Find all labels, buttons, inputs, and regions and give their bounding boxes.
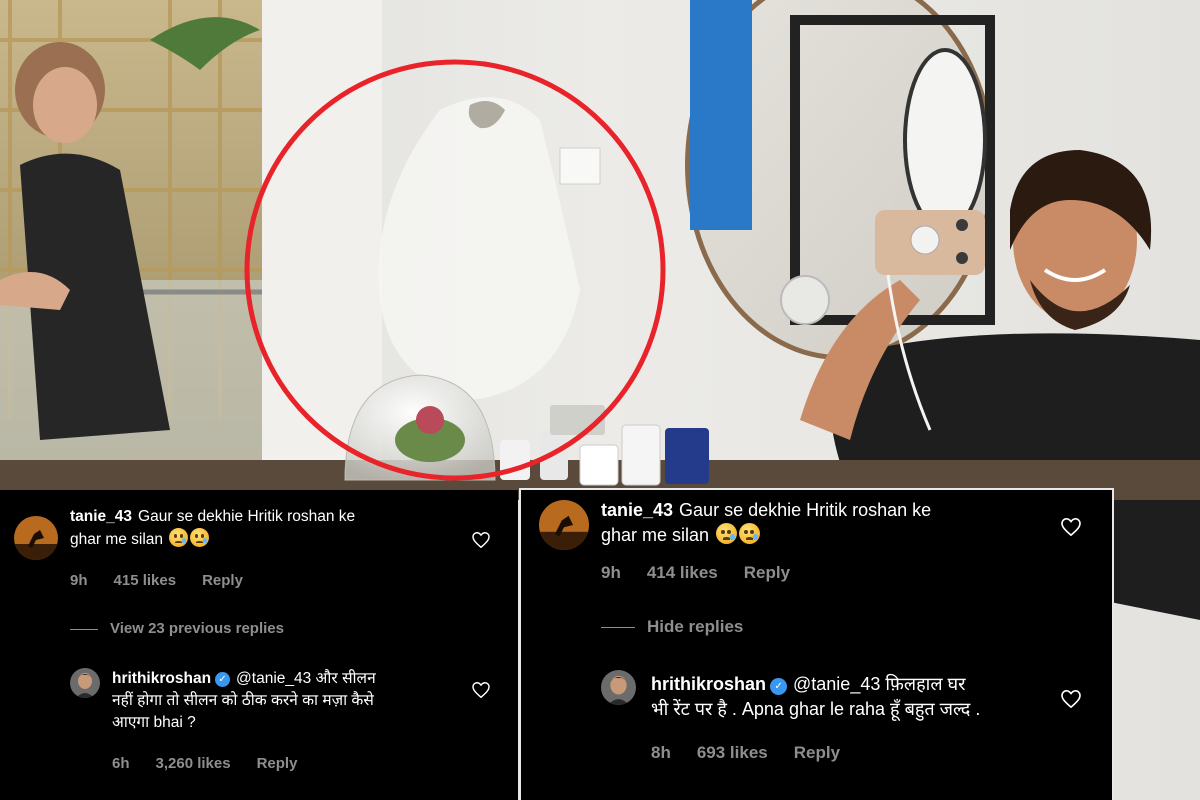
heart-outline-icon[interactable] [1061,690,1081,708]
verified-badge-icon: ✓ [770,678,788,695]
avatar-tanie[interactable] [14,516,58,560]
comment-meta: 9h 414 likes Reply [601,560,816,585]
reply-username[interactable]: hrithikroshan [651,674,766,694]
reply-time: 8h [651,743,671,762]
reply-text-line2: नहीं होगा तो सीलन को ठीक करने का मज़ा कै… [112,692,374,709]
heart-outline-icon[interactable] [472,532,490,548]
reply-text-line2: भी रेंट पर है . Apna ghar le raha हूँ बह… [651,699,981,719]
reply-reply-button[interactable]: Reply [257,755,298,772]
avatar-tanie[interactable] [539,500,589,550]
comment-body: tanie_43 Gaur se dekhie Hritik roshan ke … [70,506,470,551]
heart-outline-icon[interactable] [472,682,490,698]
reply-body: hrithikroshan ✓ @tanie_43 और सीलन नहीं होग… [112,668,472,734]
replies-divider [70,628,98,630]
comment-text-line1: Gaur se dekhie Hritik roshan ke [679,500,932,520]
reply-time: 6h [112,755,130,772]
crying-face-emoji [169,528,189,547]
view-previous-replies[interactable]: View 23 previous replies [70,618,284,640]
comment-time: 9h [70,572,88,589]
comment-text-line2: ghar me silan [70,531,164,548]
hide-replies-label: Hide replies [647,617,744,636]
view-replies-label: View 23 previous replies [110,620,284,637]
verified-badge-icon: ✓ [215,672,231,687]
comment-panel-left: tanie_43 Gaur se dekhie Hritik roshan ke … [0,490,518,800]
comment-time: 9h [601,563,621,582]
comment-meta: 9h 415 likes Reply [70,570,269,592]
comment-username[interactable]: tanie_43 [601,500,673,520]
comment-likes[interactable]: 414 likes [647,563,718,582]
comment-reply-button[interactable]: Reply [202,572,243,589]
replies-divider [601,627,635,629]
reply-text-line3: आएगा bhai ? [112,714,196,731]
crying-face-emoji [716,523,738,544]
comment-panel-right: tanie_43 Gaur se dekhie Hritik roshan ke … [519,488,1114,800]
reply-likes[interactable]: 693 likes [697,743,768,762]
collage: tanie_43 Gaur se dekhie Hritik roshan ke … [0,0,1200,800]
comment-username[interactable]: tanie_43 [70,508,132,525]
reply-body: hrithikroshan ✓ @tanie_43 फ़िलहाल घर भी रे… [651,672,1071,722]
heart-outline-icon[interactable] [1061,518,1081,536]
reply-text-line1: @tanie_43 फ़िलहाल घर [793,674,966,694]
comment-text-line1: Gaur se dekhie Hritik roshan ke [138,508,356,525]
reply-username[interactable]: hrithikroshan [112,670,211,687]
comment-likes[interactable]: 415 likes [114,572,177,589]
comment-body: tanie_43 Gaur se dekhie Hritik roshan ke … [601,498,1041,548]
comment-text-line2: ghar me silan [601,525,710,545]
reply-reply-button[interactable]: Reply [794,743,840,762]
reply-meta: 6h 3,260 likes Reply [112,753,323,775]
comment-reply-button[interactable]: Reply [744,563,790,582]
avatar-hrithikroshan[interactable] [70,668,100,698]
reply-likes[interactable]: 3,260 likes [156,755,231,772]
hide-replies[interactable]: Hide replies [601,614,743,639]
reply-meta: 8h 693 likes Reply [651,740,866,765]
crying-face-emoji [190,528,210,547]
crying-face-emoji [739,523,761,544]
avatar-hrithikroshan[interactable] [601,670,636,705]
reply-text-line1: @tanie_43 और सीलन [236,670,376,687]
